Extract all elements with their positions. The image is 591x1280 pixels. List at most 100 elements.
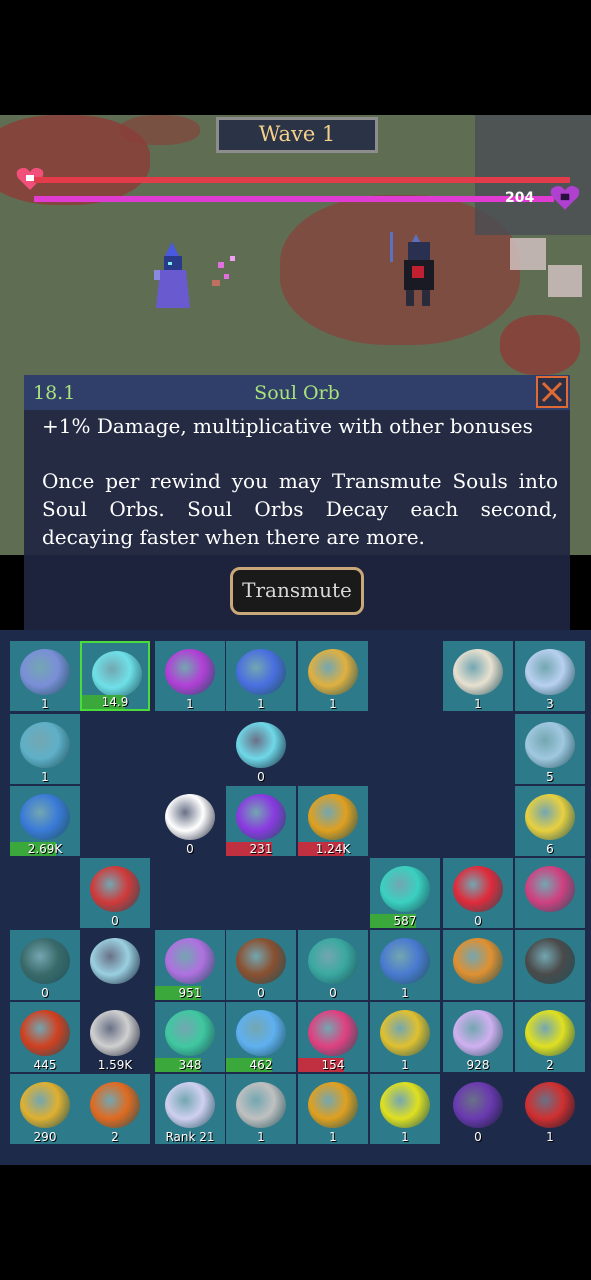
ghost-spirit-icon [380,866,430,912]
slot-count: 14.9 [101,695,129,709]
slot-count: 0 [329,986,337,1000]
inventory-slot-dark-pot[interactable]: 0 [10,930,80,1000]
witch-hat-icon [525,938,575,984]
inventory-slot-ghost-skull[interactable]: 0 [226,714,296,784]
orange-skull-icon [90,1082,140,1128]
wheat-vase-icon [308,649,358,695]
inventory-slot-green-crystal[interactable]: 348 [155,1002,225,1072]
potion-ring-icon [380,938,430,984]
slot-count: 0 [257,986,265,1000]
slot-count: 1 [401,986,409,1000]
inventory-slot-snowflake[interactable]: 462 [226,1002,296,1072]
slot-count: 1 [401,1058,409,1072]
inventory-slot-broken-heart[interactable]: 0 [443,858,513,928]
purple-heart-icon [550,184,580,212]
potion-bag-icon [236,938,286,984]
inventory-slot-soul-orb[interactable]: 14.9 [80,641,150,711]
gold-rune-icon [525,1010,575,1056]
purple-hexgem-icon [236,794,286,840]
inventory-slot-gold-rune[interactable]: 2 [515,1002,585,1072]
inventory-slot-gold-coin[interactable]: 1.24K [298,786,368,856]
inventory-slot-ghost-spirit[interactable]: 587 [370,858,440,928]
broken-heart-icon [453,866,503,912]
inventory-slot-potion-bag[interactable]: 0 [226,930,296,1000]
slot-count: 1.24K [315,842,351,856]
green-crystal-icon [165,1010,215,1056]
inventory-slot-storm-tile[interactable]: 1 [10,714,80,784]
slot-count: 1 [257,1130,265,1144]
slot-count: 0 [257,770,265,784]
inventory-slot-pink-lantern[interactable]: 154 [298,1002,368,1072]
inventory-slot-xp-badge[interactable]: 0 [155,786,225,856]
inventory-slot-red-wand[interactable]: 1 [515,1074,585,1144]
inventory-slot-rank-tome[interactable]: Rank 21 [155,1074,225,1144]
black-hole-icon [165,938,215,984]
silver-wheel-icon [236,1082,286,1128]
rune-circle-icon [453,649,503,695]
inventory-slot-lightning-orb[interactable]: 445 [10,1002,80,1072]
inventory-slot-frost-gear[interactable] [80,930,150,1000]
slot-count: 2.69K [27,842,63,856]
letterbox-bottom [0,1165,591,1280]
inventory-slot-gold-chalice[interactable]: 290 [10,1074,80,1144]
ghost-skull-icon [236,722,286,768]
book-stack-sprite [510,238,546,270]
inventory-slot-golden-leaves[interactable]: 6 [515,786,585,856]
golden-leaves-icon [525,794,575,840]
wave-indicator: Wave 1 [216,117,378,153]
slot-count: 445 [33,1058,57,1072]
slot-count: Rank 21 [165,1130,215,1144]
slot-count: 0 [41,986,49,1000]
inventory-slot-cog-orb[interactable]: 1 [10,641,80,711]
slot-count: 1 [41,697,49,711]
ghost-eye-icon [453,1010,503,1056]
slot-count: 1 [329,1130,337,1144]
close-x-icon[interactable] [536,376,568,408]
inventory-slot-teal-table[interactable]: 0 [298,930,368,1000]
shield-value: 204 [505,190,535,206]
inventory-slot-gold-spiral[interactable]: 1 [298,1074,368,1144]
inventory-slot-purple-spirits[interactable]: 0 [443,1074,513,1144]
inventory-slot-shop-stall[interactable] [515,858,585,928]
gold-coin-icon [308,794,358,840]
lightning-orb-icon [20,1010,70,1056]
inventory-slot-treasure-chest[interactable] [443,930,513,1000]
snowflake-icon [236,1010,286,1056]
transmute-button[interactable]: Transmute [230,567,364,615]
gold-spiral-icon [308,1082,358,1128]
slot-count: 2 [546,1058,554,1072]
slot-count: 0 [111,914,119,928]
inventory-slot-berry-orb[interactable]: 0 [80,858,150,928]
inventory-slot-rune-circle[interactable]: 1 [443,641,513,711]
inventory-slot-silver-wheel[interactable]: 1 [226,1074,296,1144]
inventory-slot-blue-gem[interactable]: 2.69K [10,786,80,856]
teal-table-icon [308,938,358,984]
slot-count: 1 [329,697,337,711]
inventory-slot-wheat-vase[interactable]: 1 [298,641,368,711]
inventory-slot-ghost-eye[interactable]: 928 [443,1002,513,1072]
dark-pot-icon [20,938,70,984]
book-stack-sprite [548,265,582,297]
inventory-slot-shadow-sigil[interactable]: 1 [155,641,225,711]
inventory-slot-potion-ring[interactable]: 1 [370,930,440,1000]
slot-count: 1 [41,770,49,784]
inventory-slot-yellow-hands[interactable]: 1 [370,1074,440,1144]
inventory-slot-purple-hexgem[interactable]: 231 [226,786,296,856]
inventory-slot-black-hole[interactable]: 951 [155,930,225,1000]
inventory-slot-galaxy-orb[interactable]: 1 [226,641,296,711]
slot-count: 2 [111,1130,119,1144]
inventory-slot-witch-hat[interactable] [515,930,585,1000]
shop-stall-icon [525,866,575,912]
slot-count: 290 [33,1130,57,1144]
inventory-slot-gold-hands[interactable]: 1 [370,1002,440,1072]
inventory-slot-silver-tree[interactable]: 1.59K [80,1002,150,1072]
item-description-secondary: Once per rewind you may Transmute Souls … [42,469,558,549]
slot-count: 928 [466,1058,490,1072]
inventory-slot-crystal-pyramid[interactable]: 3 [515,641,585,711]
slot-count: 0 [474,914,482,928]
slot-count: 5 [546,770,554,784]
slot-count: 231 [249,842,273,856]
item-level: 18.1 [33,382,76,404]
inventory-slot-meteor-staff[interactable]: 5 [515,714,585,784]
inventory-slot-orange-skull[interactable]: 2 [80,1074,150,1144]
